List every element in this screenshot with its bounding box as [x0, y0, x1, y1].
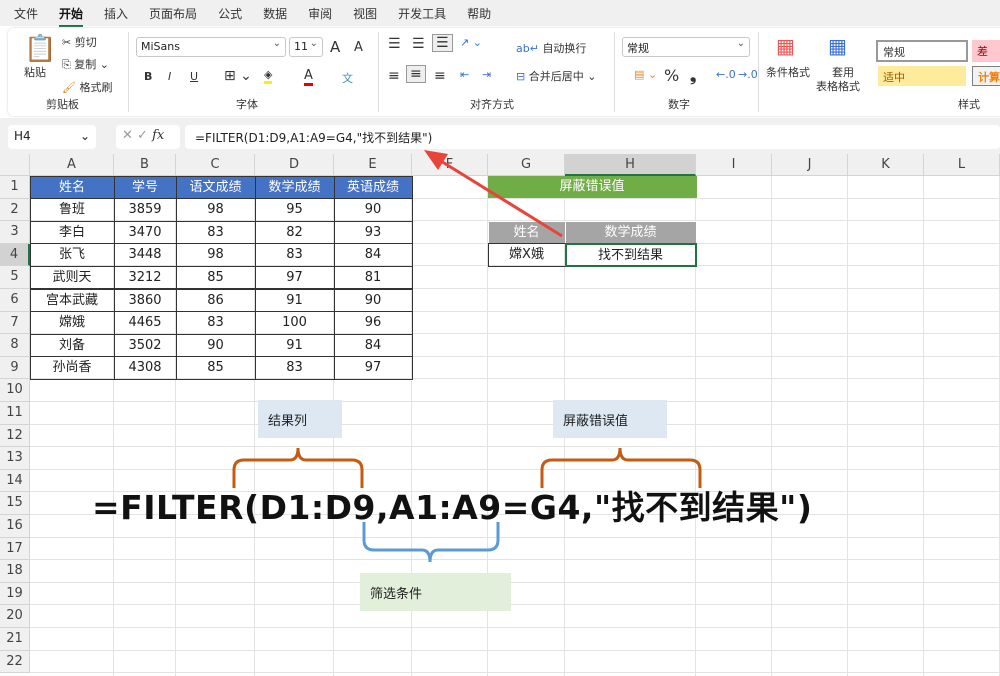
- annotation-overlay: [232, 150, 702, 563]
- brace-mask-error: [540, 447, 702, 488]
- arrow-head: [424, 150, 448, 170]
- brace-filter-condition: [362, 522, 500, 563]
- brace-result-column: [232, 447, 364, 488]
- arrow-line: [435, 156, 563, 238]
